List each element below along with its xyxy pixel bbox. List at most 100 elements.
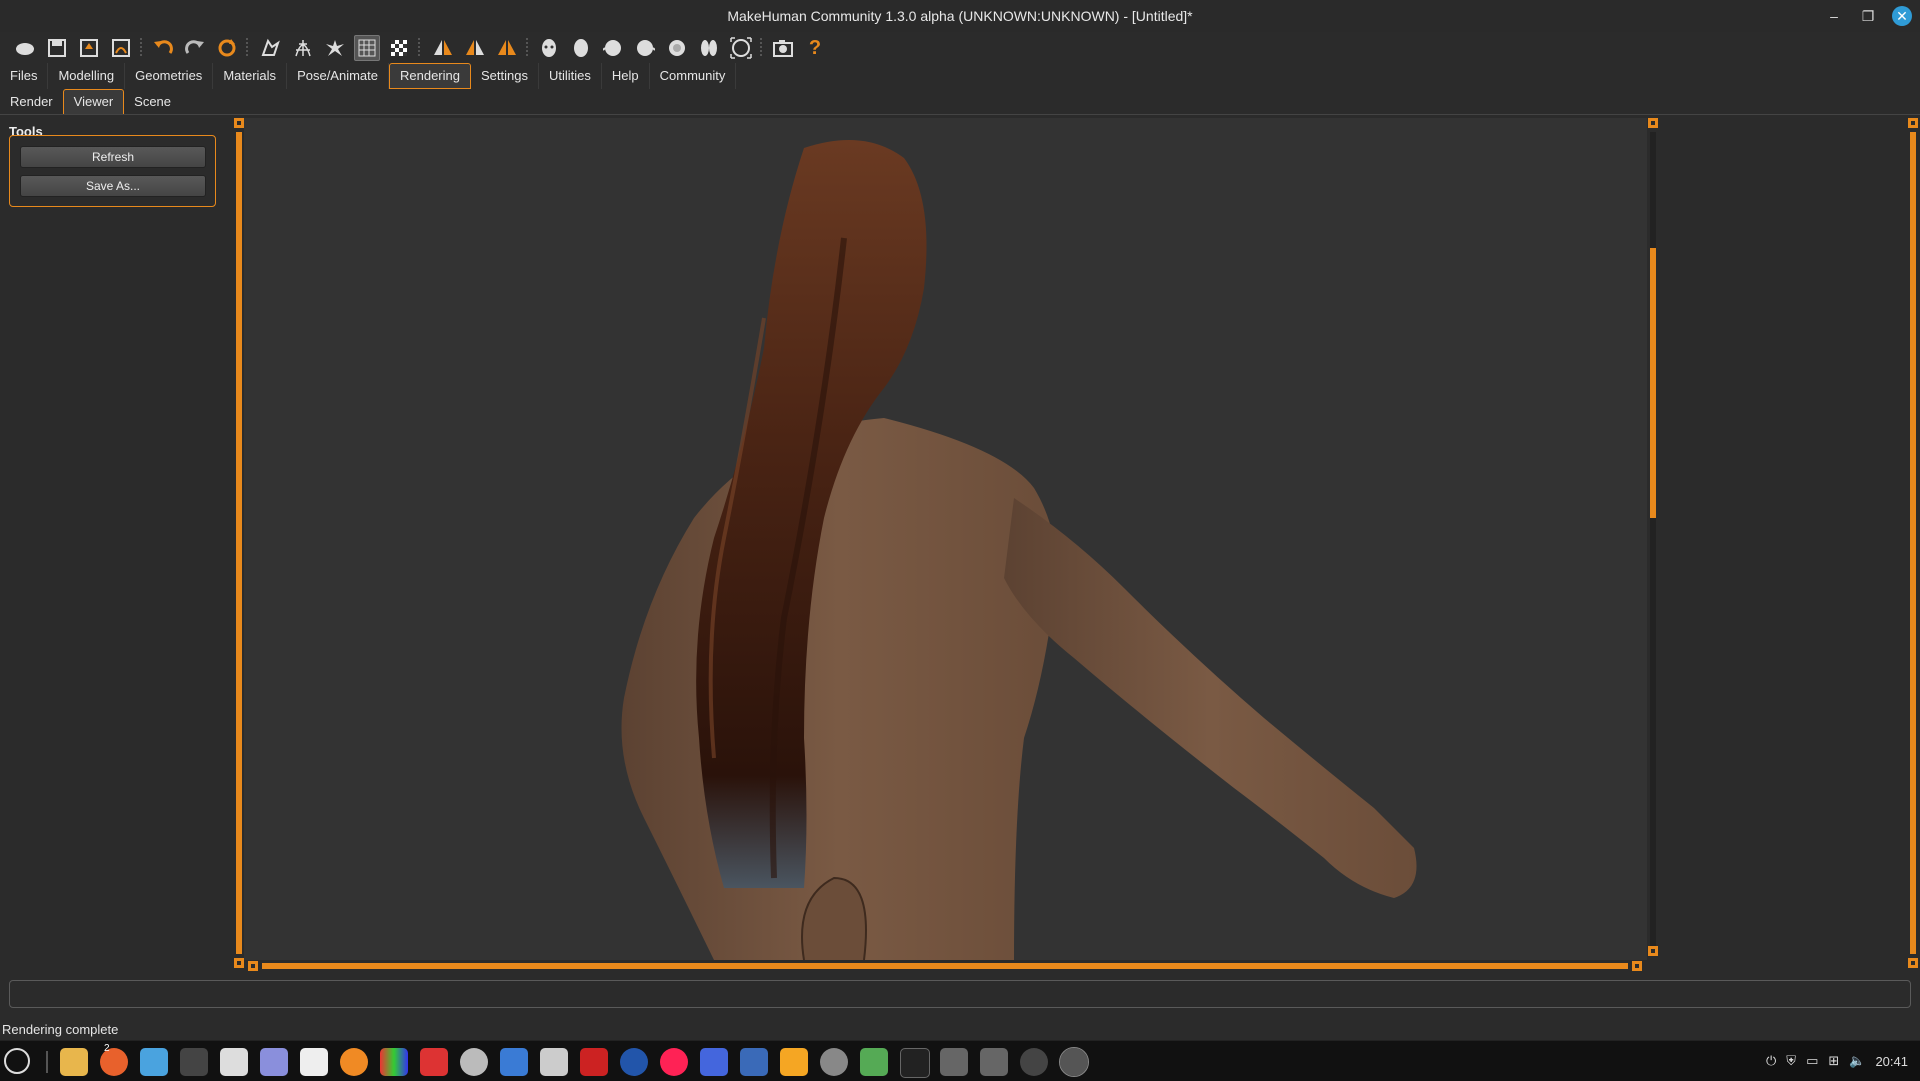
symmetry-left-icon[interactable] — [462, 35, 488, 61]
front-view-icon[interactable] — [536, 35, 562, 61]
save-as-button[interactable]: Save As... — [20, 175, 206, 197]
shield-icon[interactable]: ⛨ — [1786, 1053, 1796, 1069]
reset-camera-icon[interactable] — [728, 35, 754, 61]
horizontal-scrollbar[interactable] — [262, 963, 1628, 969]
media-player-icon[interactable] — [780, 1048, 808, 1076]
chat-icon[interactable] — [820, 1048, 848, 1076]
tab-settings[interactable]: Settings — [471, 63, 539, 89]
clock[interactable]: 20:41 — [1875, 1054, 1908, 1069]
scroll-up-button[interactable] — [234, 118, 244, 128]
scroll-down-button[interactable] — [234, 958, 244, 968]
left-view-icon[interactable] — [600, 35, 626, 61]
new-file-icon[interactable] — [12, 35, 38, 61]
minimize-icon[interactable]: – — [1824, 6, 1844, 26]
symmetry-right-icon[interactable] — [430, 35, 456, 61]
makehuman-alt-icon[interactable] — [940, 1048, 968, 1076]
gpu-icon[interactable]: ▭ — [1806, 1053, 1818, 1069]
settings-icon[interactable] — [860, 1048, 888, 1076]
gimp-icon[interactable] — [420, 1048, 448, 1076]
tab-modelling[interactable]: Modelling — [48, 63, 126, 89]
right-view-icon[interactable] — [632, 35, 658, 61]
reset-icon[interactable] — [214, 35, 240, 61]
hscroll-right-button[interactable] — [1632, 961, 1642, 971]
main-toolbar: ? — [0, 32, 1920, 62]
makehuman-active-icon[interactable] — [1059, 1047, 1089, 1077]
video-icon[interactable] — [700, 1048, 728, 1076]
viewport-vscroll-thumb[interactable] — [1650, 248, 1656, 518]
tab-materials[interactable]: Materials — [213, 63, 288, 89]
power-icon[interactable]: ⏻ — [1766, 1053, 1776, 1069]
panel-scroll-up[interactable] — [1908, 118, 1918, 128]
color-picker-icon[interactable] — [380, 1048, 408, 1076]
text-editor-icon[interactable] — [260, 1048, 288, 1076]
network-icon[interactable]: ⊞ — [1828, 1053, 1839, 1069]
bird-icon[interactable] — [140, 1048, 168, 1076]
restore-icon[interactable]: ❐ — [1858, 6, 1878, 26]
system-tray: ⏻ ⛨ ▭ ⊞ 🔈 20:41 — [1766, 1053, 1908, 1069]
terminal-icon[interactable] — [900, 1048, 930, 1078]
tab-rendering[interactable]: Rendering — [389, 63, 471, 89]
subtab-render[interactable]: Render — [0, 89, 63, 115]
subtab-viewer[interactable]: Viewer — [62, 89, 125, 115]
progress-bar — [9, 980, 1911, 1008]
subtab-scene[interactable]: Scene — [124, 89, 181, 115]
undo-icon[interactable] — [150, 35, 176, 61]
tab-pose-animate[interactable]: Pose/Animate — [287, 63, 389, 89]
makehuman-icon[interactable] — [1020, 1048, 1048, 1076]
tab-files[interactable]: Files — [0, 63, 49, 89]
viewport-scroll-up[interactable] — [1648, 118, 1658, 128]
font-viewer-icon[interactable] — [220, 1048, 248, 1076]
taskbar-badge: 2 — [104, 1043, 110, 1054]
tools-group: Refresh Save As... — [9, 135, 216, 207]
main-tabbar: Files Modelling Geometries Materials Pos… — [0, 63, 737, 89]
save-icon[interactable] — [44, 35, 70, 61]
export-icon[interactable] — [108, 35, 134, 61]
close-icon[interactable]: ✕ — [1892, 6, 1912, 26]
tab-community[interactable]: Community — [650, 63, 737, 89]
taskbar: 2 ⏻ ⛨ ▭ ⊞ 🔈 20:41 — [0, 1040, 1920, 1081]
redo-icon[interactable] — [182, 35, 208, 61]
refresh-button[interactable]: Refresh — [20, 146, 206, 168]
title-bar: MakeHuman Community 1.3.0 alpha (UNKNOWN… — [0, 0, 1920, 33]
load-icon[interactable] — [76, 35, 102, 61]
tab-utilities[interactable]: Utilities — [539, 63, 602, 89]
smooth-icon[interactable] — [258, 35, 284, 61]
viewport-scroll-down[interactable] — [1648, 946, 1658, 956]
render-viewer[interactable] — [244, 118, 1647, 960]
left-scrollbar[interactable] — [236, 132, 242, 954]
rendered-figure — [621, 140, 1417, 960]
checkerboard-icon[interactable] — [386, 35, 412, 61]
menu-icon[interactable] — [4, 1048, 30, 1074]
grid-icon[interactable] — [354, 35, 380, 61]
volume-icon[interactable]: 🔈 — [1849, 1053, 1865, 1069]
top-view-icon[interactable] — [664, 35, 690, 61]
calculator-icon[interactable] — [180, 1048, 208, 1076]
browser-icon[interactable] — [460, 1048, 488, 1076]
wireframe-icon[interactable] — [290, 35, 316, 61]
document-icon[interactable] — [300, 1048, 328, 1076]
pose-icon[interactable] — [322, 35, 348, 61]
tab-divider — [0, 114, 1920, 115]
sub-tabbar: Render Viewer Scene — [0, 89, 181, 115]
screenshot-icon[interactable] — [770, 35, 796, 61]
makehuman-alt2-icon[interactable] — [980, 1048, 1008, 1076]
panel-scroll-down[interactable] — [1908, 958, 1918, 968]
help-icon[interactable]: ? — [802, 35, 828, 61]
symmetry-icon[interactable] — [494, 35, 520, 61]
right-panel-scrollbar[interactable] — [1910, 132, 1916, 954]
blender-icon[interactable] — [340, 1048, 368, 1076]
window-title: MakeHuman Community 1.3.0 alpha (UNKNOWN… — [727, 8, 1193, 24]
editor-icon[interactable] — [580, 1048, 608, 1076]
status-message: Rendering complete — [2, 1022, 119, 1037]
h2-icon[interactable] — [740, 1048, 768, 1076]
bottom-view-icon[interactable] — [696, 35, 722, 61]
hscroll-left-button[interactable] — [248, 961, 258, 971]
tool-icon[interactable] — [540, 1048, 568, 1076]
files-icon[interactable] — [60, 1048, 88, 1076]
back-view-icon[interactable] — [568, 35, 594, 61]
headset-icon[interactable] — [620, 1048, 648, 1076]
tab-help[interactable]: Help — [602, 63, 650, 89]
camera-icon[interactable] — [500, 1048, 528, 1076]
tab-geometries[interactable]: Geometries — [125, 63, 214, 89]
music-icon[interactable] — [660, 1048, 688, 1076]
